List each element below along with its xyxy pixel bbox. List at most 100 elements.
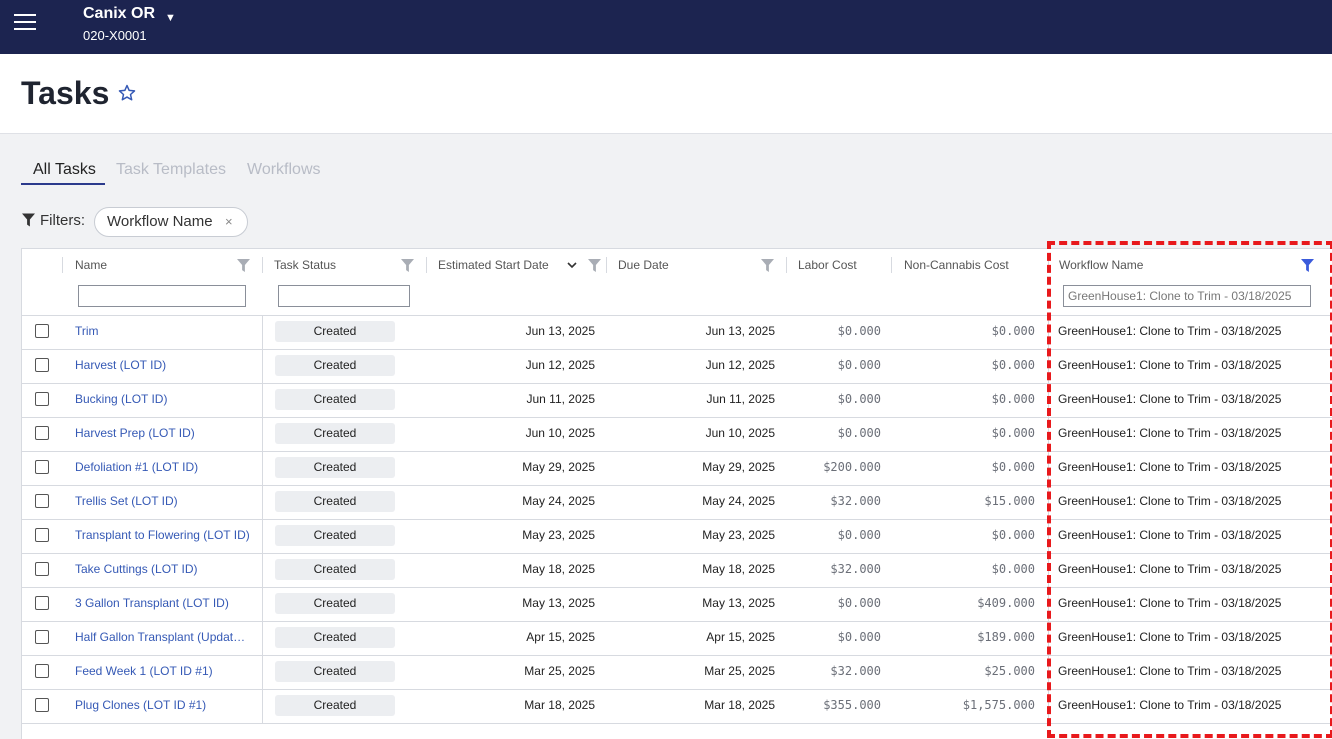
labor-cost-cell: $355.000 [823,698,881,712]
sort-descending-icon[interactable] [567,260,577,270]
column-divider [1048,553,1049,587]
table-row[interactable]: Harvest (LOT ID) Created Jun 12, 2025 Jun 1… [22,349,1332,384]
table-row[interactable]: Take Cuttings (LOT ID) Created May 18, 202… [22,553,1332,588]
column-divider [262,655,263,689]
workflow-name-cell: GreenHouse1: Clone to Trim - 03/18/2025 [1058,494,1282,508]
estimated-start-date-cell: Jun 12, 2025 [525,358,595,372]
estimated-start-date-filter-icon[interactable] [588,259,601,272]
row-checkbox[interactable] [35,324,49,338]
row-checkbox[interactable] [35,494,49,508]
name-filter-icon[interactable] [237,259,250,272]
labor-cost-cell: $32.000 [830,562,881,576]
non-cannabis-cost-cell: $0.000 [991,358,1035,372]
remove-filter-icon[interactable]: × [225,214,233,229]
labor-cost-cell: $32.000 [830,494,881,508]
active-tab-indicator [21,183,105,185]
table-row[interactable]: Plug Clones (LOT ID #1) Created Mar 18, 20… [22,689,1332,724]
column-divider [1048,621,1049,655]
task-status-badge: Created [275,423,395,444]
page-title: Tasks [21,75,110,111]
due-date-cell: May 18, 2025 [702,562,775,576]
task-name-link[interactable]: Trellis Set (LOT ID) [75,494,178,508]
column-header-non-cannabis-cost[interactable]: Non-Cannabis Cost [891,249,1048,315]
labor-cost-cell: $0.000 [837,324,881,338]
column-divider [262,315,263,349]
task-name-link[interactable]: Bucking (LOT ID) [75,392,167,406]
labor-cost-cell: $0.000 [837,528,881,542]
row-checkbox[interactable] [35,358,49,372]
estimated-start-date-cell: Jun 13, 2025 [525,324,595,338]
column-label-task-status: Task Status [274,258,337,272]
favorite-star-icon[interactable] [117,83,137,103]
row-checkbox[interactable] [35,562,49,576]
table-row[interactable]: Feed Week 1 (LOT ID #1) Created Mar 25, 20… [22,655,1332,690]
estimated-start-date-cell: Mar 18, 2025 [524,698,595,712]
row-checkbox[interactable] [35,392,49,406]
row-checkbox[interactable] [35,426,49,440]
organization-dropdown-icon[interactable]: ▼ [165,12,176,24]
due-date-cell: May 29, 2025 [702,460,775,474]
column-label-estimated-start-date: Estimated Start Date [438,258,549,272]
row-checkbox[interactable] [35,528,49,542]
column-label-labor-cost: Labor Cost [798,258,857,272]
task-name-link[interactable]: Half Gallon Transplant (Update ... [75,630,251,644]
row-checkbox[interactable] [35,664,49,678]
column-divider [1048,587,1049,621]
task-name-link[interactable]: 3 Gallon Transplant (LOT ID) [75,596,229,610]
workflow-name-cell: GreenHouse1: Clone to Trim - 03/18/2025 [1058,630,1282,644]
task-name-link[interactable]: Plug Clones (LOT ID #1) [75,698,206,712]
table-row[interactable]: Defoliation #1 (LOT ID) Created May 29, 20… [22,451,1332,486]
row-checkbox[interactable] [35,698,49,712]
column-header-estimated-start-date[interactable]: Estimated Start Date [426,249,606,315]
tab-workflows[interactable]: Workflows [247,161,321,179]
workflow-name-cell: GreenHouse1: Clone to Trim - 03/18/2025 [1058,664,1282,678]
estimated-start-date-cell: Mar 25, 2025 [524,664,595,678]
table-row[interactable]: Bucking (LOT ID) Created Jun 11, 2025 Jun 1… [22,383,1332,418]
name-filter-input[interactable] [78,285,246,307]
table-row[interactable]: Half Gallon Transplant (Update ... Create… [22,621,1332,656]
row-checkbox[interactable] [35,630,49,644]
organization-name[interactable]: Canix OR [83,5,155,23]
page-header: Tasks [0,54,1332,134]
task-name-link[interactable]: Harvest (LOT ID) [75,358,166,372]
table-row[interactable]: 3 Gallon Transplant (LOT ID) Created May 1… [22,587,1332,622]
due-date-filter-icon[interactable] [761,259,774,272]
due-date-cell: Mar 18, 2025 [704,698,775,712]
workflow-name-filter-input[interactable]: GreenHouse1: Clone to Trim - 03/18/2025 [1063,285,1311,307]
workflow-name-filter-active-icon[interactable] [1301,259,1314,272]
estimated-start-date-cell: May 18, 2025 [522,562,595,576]
table-row[interactable]: Harvest Prep (LOT ID) Created Jun 10, 2025… [22,417,1332,452]
labor-cost-cell: $0.000 [837,392,881,406]
hamburger-menu-icon[interactable] [14,13,36,31]
estimated-start-date-cell: Apr 15, 2025 [526,630,595,644]
task-name-link[interactable]: Trim [75,324,99,338]
task-status-filter-icon[interactable] [401,259,414,272]
column-header-due-date[interactable]: Due Date [606,249,786,315]
column-label-workflow-name: Workflow Name [1059,258,1144,272]
table-row[interactable]: Trellis Set (LOT ID) Created May 24, 2025 M… [22,485,1332,520]
task-name-link[interactable]: Take Cuttings (LOT ID) [75,562,197,576]
column-divider [262,689,263,723]
task-status-filter-input[interactable] [278,285,410,307]
column-header-labor-cost[interactable]: Labor Cost [786,249,891,315]
row-checkbox[interactable] [35,596,49,610]
column-header-task-status[interactable]: Task Status [262,249,422,315]
non-cannabis-cost-cell: $0.000 [991,392,1035,406]
task-name-link[interactable]: Transplant to Flowering (LOT ID) [75,528,250,542]
task-name-link[interactable]: Harvest Prep (LOT ID) [75,426,195,440]
workflow-name-cell: GreenHouse1: Clone to Trim - 03/18/2025 [1058,426,1282,440]
task-name-link[interactable]: Defoliation #1 (LOT ID) [75,460,198,474]
due-date-cell: Jun 13, 2025 [705,324,775,338]
filter-chip-workflow-name[interactable]: Workflow Name × [94,207,248,237]
row-checkbox[interactable] [35,460,49,474]
column-header-name[interactable]: Name [62,249,262,315]
estimated-start-date-cell: May 13, 2025 [522,596,595,610]
task-status-badge: Created [275,661,395,682]
tab-task-templates[interactable]: Task Templates [116,161,226,179]
table-row[interactable]: Transplant to Flowering (LOT ID) Created M… [22,519,1332,554]
table-row[interactable]: Trim Created Jun 13, 2025 Jun 13, 2025 $0.00… [22,315,1332,350]
task-name-link[interactable]: Feed Week 1 (LOT ID #1) [75,664,213,678]
column-header-workflow-name[interactable]: Workflow Name GreenHouse1: Clone to Trim… [1048,249,1332,315]
due-date-cell: May 23, 2025 [702,528,775,542]
tab-all-tasks[interactable]: All Tasks [33,161,96,179]
